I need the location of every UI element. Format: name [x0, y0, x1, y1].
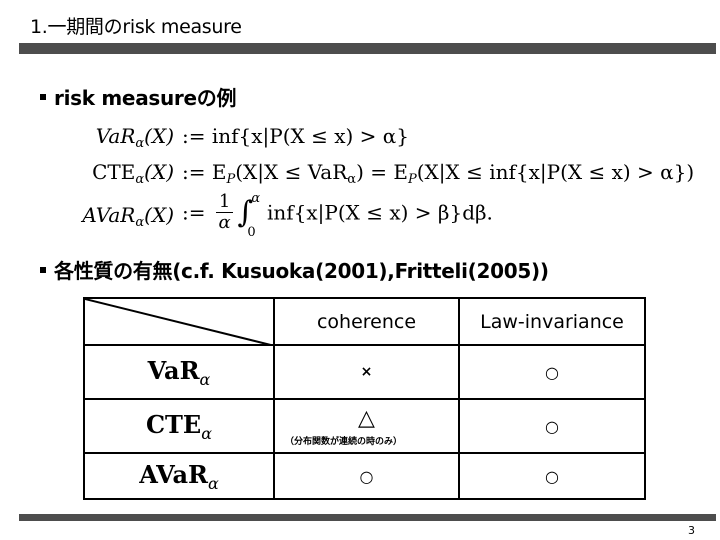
- slide-title: 1.一期間のrisk measure: [30, 16, 242, 38]
- formula-cte: CTEα(X): [64, 160, 174, 187]
- formula-lhs: CTEα(X): [92, 160, 174, 187]
- section-heading-properties: 各性質の有無(c.f. Kusuoka(2001),Fritteli(2005)…: [40, 255, 549, 284]
- title-divider-bar: [19, 43, 716, 54]
- section-heading-text: risk measureの例: [54, 86, 237, 110]
- table-row: AVaRα ○ ○: [83, 452, 646, 500]
- formula-avar: AVaRα(X): [64, 203, 174, 230]
- cell-var-law-invariance: ○: [458, 344, 646, 400]
- cell-avar-coherence: ○: [273, 452, 460, 500]
- cell-cte-coherence: △ （分布関数が連続の時のみ）: [273, 398, 460, 454]
- section-heading-text: 各性質の有無(c.f. Kusuoka(2001),Fritteli(2005)…: [54, 259, 549, 283]
- formula-var: VaRα(X): [64, 124, 174, 151]
- cell-cte-law-invariance: ○: [458, 398, 646, 454]
- formula-avar-rhs: := 1 α ∫ α 0 inf{x|P(X ≤ x) > β}dβ.: [182, 191, 493, 240]
- column-header-law-invariance: Law-invariance: [458, 297, 646, 346]
- column-header-coherence: coherence: [273, 297, 460, 346]
- table-row: CTEα △ （分布関数が連続の時のみ） ○: [83, 398, 646, 454]
- formula-lhs: AVaRα(X): [82, 203, 174, 230]
- corner-cell: [83, 297, 275, 346]
- cell-var-coherence: ×: [273, 344, 460, 400]
- fraction: 1α: [215, 192, 234, 233]
- formula-var-rhs: := inf{x|P(X ≤ x) > α}: [182, 124, 410, 148]
- bullet-square-icon: [40, 266, 46, 273]
- triangle-mark: △: [358, 405, 375, 431]
- row-label-cte: CTEα: [83, 398, 275, 454]
- row-label-avar: AVaRα: [83, 452, 275, 500]
- diagonal-line: [85, 299, 275, 346]
- table-header-row: coherence Law-invariance: [83, 297, 646, 346]
- table-row: VaRα × ○: [83, 344, 646, 400]
- formula-lhs: VaRα(X): [95, 124, 174, 151]
- row-label-var: VaRα: [83, 344, 275, 400]
- properties-table: coherence Law-invariance VaRα × ○ CTEα △…: [83, 297, 646, 500]
- coherence-note: （分布関数が連続の時のみ）: [285, 436, 403, 447]
- section-heading-examples: risk measureの例: [40, 82, 236, 111]
- formula-cte-rhs: := EP(X|X ≤ VaRα) = EP(X|X ≤ inf{x|P(X ≤…: [182, 160, 695, 187]
- integral-sign: ∫ α 0: [237, 191, 261, 240]
- page-number: 3: [688, 524, 695, 537]
- bullet-square-icon: [40, 93, 46, 100]
- footer-divider-bar: [19, 514, 716, 521]
- cell-avar-law-invariance: ○: [458, 452, 646, 500]
